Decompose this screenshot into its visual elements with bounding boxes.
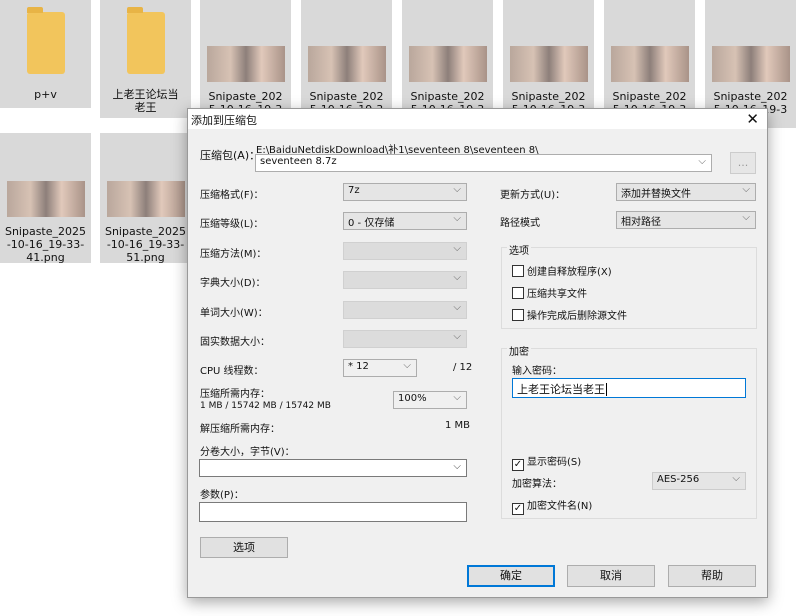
params-label: 参数(P)： xyxy=(200,490,244,501)
title-bar: 添加到压缩包 ✕ xyxy=(188,109,767,129)
level-select[interactable]: 0 - 仅存储 xyxy=(343,212,467,230)
method-label: 压缩方法(M)： xyxy=(200,249,267,260)
method-select xyxy=(343,242,467,260)
image-thumbnail xyxy=(6,181,85,217)
file-item[interactable]: Snipaste_2025-10-16_19-33-13 xyxy=(503,0,594,129)
params-input[interactable] xyxy=(199,502,467,522)
cpu-max: / 12 xyxy=(453,362,473,373)
checkmark-icon: ✓ xyxy=(512,503,524,515)
cpu-label: CPU 线程数： xyxy=(200,366,264,377)
folder-item[interactable]: 上老王论坛当老王 xyxy=(100,0,191,118)
browse-button[interactable]: ... xyxy=(730,152,756,174)
help-button[interactable]: 帮助 xyxy=(668,565,756,587)
image-thumbnail xyxy=(106,181,185,217)
options-button[interactable]: 选项 xyxy=(200,537,288,558)
folder-icon xyxy=(26,7,65,74)
file-item[interactable]: Snipaste_2025-10-16_19-32-46 xyxy=(200,0,291,129)
update-mode-select[interactable]: 添加并替换文件 xyxy=(616,183,756,201)
image-thumbnail xyxy=(509,46,588,82)
ok-button[interactable]: 确定 xyxy=(467,565,555,587)
show-password-checkbox[interactable]: ✓ 显示密码(S) xyxy=(512,453,581,471)
path-mode-label: 路径模式 xyxy=(500,218,540,229)
word-label: 单词大小(W)： xyxy=(200,308,268,319)
image-thumbnail xyxy=(711,46,790,82)
image-thumbnail xyxy=(610,46,689,82)
solid-select xyxy=(343,330,467,348)
level-label: 压缩等级(L)： xyxy=(200,219,264,230)
file-item[interactable]: Snipaste_2025-10-16_19-33-23 xyxy=(604,0,695,129)
cpu-threads-select[interactable]: * 12 xyxy=(343,359,417,377)
encryption-group: 加密 输入密码： 上老王论坛当老王 ✓ 显示密码(S) 加密算法： AES-256… xyxy=(501,343,757,519)
word-select xyxy=(343,301,467,319)
chevron-down-icon: ⌵ xyxy=(453,461,461,472)
image-thumbnail xyxy=(307,46,386,82)
text-cursor xyxy=(606,383,607,396)
password-input[interactable]: 上老王论坛当老王 xyxy=(512,378,746,398)
dict-select xyxy=(343,271,467,289)
encryption-method-label: 加密算法： xyxy=(512,479,562,490)
file-item[interactable]: Snipaste_2025-10-16_19-33-51.png xyxy=(100,133,191,264)
archive-label: 压缩包(A)： xyxy=(200,149,261,162)
file-item[interactable]: Snipaste_2025-10-16_19-32-55 xyxy=(301,0,392,129)
image-thumbnail xyxy=(408,46,487,82)
password-label: 输入密码： xyxy=(512,366,562,377)
split-size-combobox[interactable]: ⌵ xyxy=(199,459,467,477)
sfx-checkbox[interactable]: 创建自释放程序(X) xyxy=(512,263,612,278)
image-thumbnail xyxy=(206,46,285,82)
close-icon[interactable]: ✕ xyxy=(746,110,759,128)
shared-files-checkbox[interactable]: 压缩共享文件 xyxy=(512,285,587,300)
update-label: 更新方式(U)： xyxy=(500,190,566,201)
file-item[interactable]: Snipaste_2025-10-16_19-33-41.png xyxy=(0,133,91,264)
memory-percent-select[interactable]: 100% xyxy=(393,391,467,409)
split-label: 分卷大小，字节(V)： xyxy=(200,447,295,458)
add-to-archive-dialog: 添加到压缩包 ✕ 压缩包(A)： E:\BaiduNetdiskDownload\… xyxy=(187,108,768,598)
decompress-memory-label: 解压缩所需内存： xyxy=(200,424,280,435)
memory-value: 1 MB / 15742 MB / 15742 MB xyxy=(200,401,331,411)
cancel-button[interactable]: 取消 xyxy=(567,565,655,587)
checkmark-icon: ✓ xyxy=(512,459,524,471)
memory-label: 压缩所需内存： xyxy=(200,389,270,400)
decompress-memory-value: 1 MB xyxy=(445,420,471,431)
options-group: 选项 创建自释放程序(X) 压缩共享文件 操作完成后删除源文件 xyxy=(501,242,757,329)
encryption-method-select[interactable]: AES-256 xyxy=(652,472,746,490)
format-label: 压缩格式(F)： xyxy=(200,190,264,201)
archive-name-combobox[interactable]: seventeen 8.7z ⌵ xyxy=(255,154,712,172)
delete-after-checkbox[interactable]: 操作完成后删除源文件 xyxy=(512,307,627,322)
dict-label: 字典大小(D)： xyxy=(200,278,266,289)
dialog-title: 添加到压缩包 xyxy=(191,114,257,127)
encrypt-filenames-checkbox[interactable]: ✓ 加密文件名(N) xyxy=(512,497,592,515)
file-item[interactable]: Snipaste_2025-10-16_19-33-05 xyxy=(402,0,493,129)
format-select[interactable]: 7z xyxy=(343,183,467,201)
solid-label: 固实数据大小： xyxy=(200,337,270,348)
chevron-down-icon: ⌵ xyxy=(698,156,706,167)
folder-icon xyxy=(126,7,165,74)
folder-item[interactable]: p+v xyxy=(0,0,91,108)
path-mode-select[interactable]: 相对路径 xyxy=(616,211,756,229)
